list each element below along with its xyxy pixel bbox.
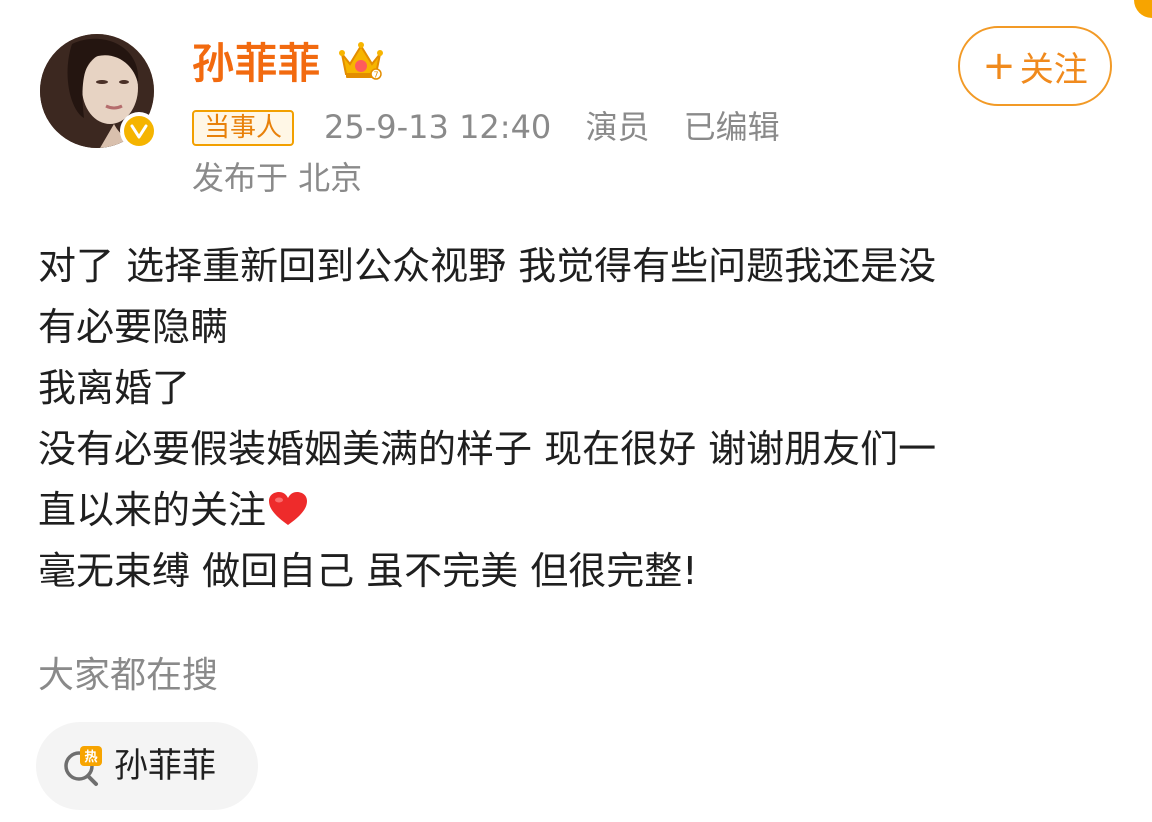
verified-v-icon	[124, 116, 154, 146]
post-timestamp: 25-9-13 12:40	[324, 108, 552, 146]
post-location: 发布于 北京	[192, 159, 363, 197]
svg-text:7: 7	[373, 71, 378, 80]
hot-search-icon: 热	[64, 746, 102, 786]
post-line: 对了 选择重新回到公众视野 我觉得有些问题我还是没	[38, 244, 937, 288]
party-tag: 当事人	[192, 110, 295, 146]
follow-button[interactable]: + 关注	[958, 26, 1112, 106]
post-content: 对了 选择重新回到公众视野 我觉得有些问题我还是没 有必要隐瞒 我离婚了 没有必…	[38, 236, 1118, 602]
svg-text:热: 热	[84, 749, 97, 765]
trending-search-chip[interactable]: 热 孙菲菲	[36, 722, 258, 810]
post-meta: 25-9-13 12:40 演员 已编辑	[324, 104, 804, 150]
red-heart-icon	[269, 492, 308, 525]
verified-badge	[120, 112, 158, 150]
follow-label: 关注	[1019, 49, 1088, 90]
post-line: 我离婚了	[38, 366, 191, 410]
corner-accent	[1134, 0, 1152, 18]
post-line: 没有必要假装婚姻美满的样子 现在很好 谢谢朋友们一	[38, 427, 937, 471]
post-line-with-emoji: 直以来的关注	[38, 480, 1118, 541]
edited-label[interactable]: 已编辑	[684, 108, 780, 146]
post-line-text: 直以来的关注	[38, 488, 267, 532]
post-line: 有必要隐瞒	[38, 305, 229, 349]
crown-icon: 7	[339, 42, 383, 80]
user-name[interactable]: 孙菲菲	[192, 36, 321, 92]
trending-search-label: 孙菲菲	[114, 746, 216, 786]
post-line: 毫无束缚 做回自己 虽不完美 但很完整!	[38, 549, 698, 593]
plus-icon: +	[982, 43, 1016, 89]
weibo-post-page: 孙菲菲 7 当事人 25-9-13 12:40 演员 已编辑 发布于 北京 + …	[0, 0, 1152, 822]
trending-search-heading: 大家都在搜	[38, 655, 219, 696]
user-occupation: 演员	[585, 108, 650, 146]
